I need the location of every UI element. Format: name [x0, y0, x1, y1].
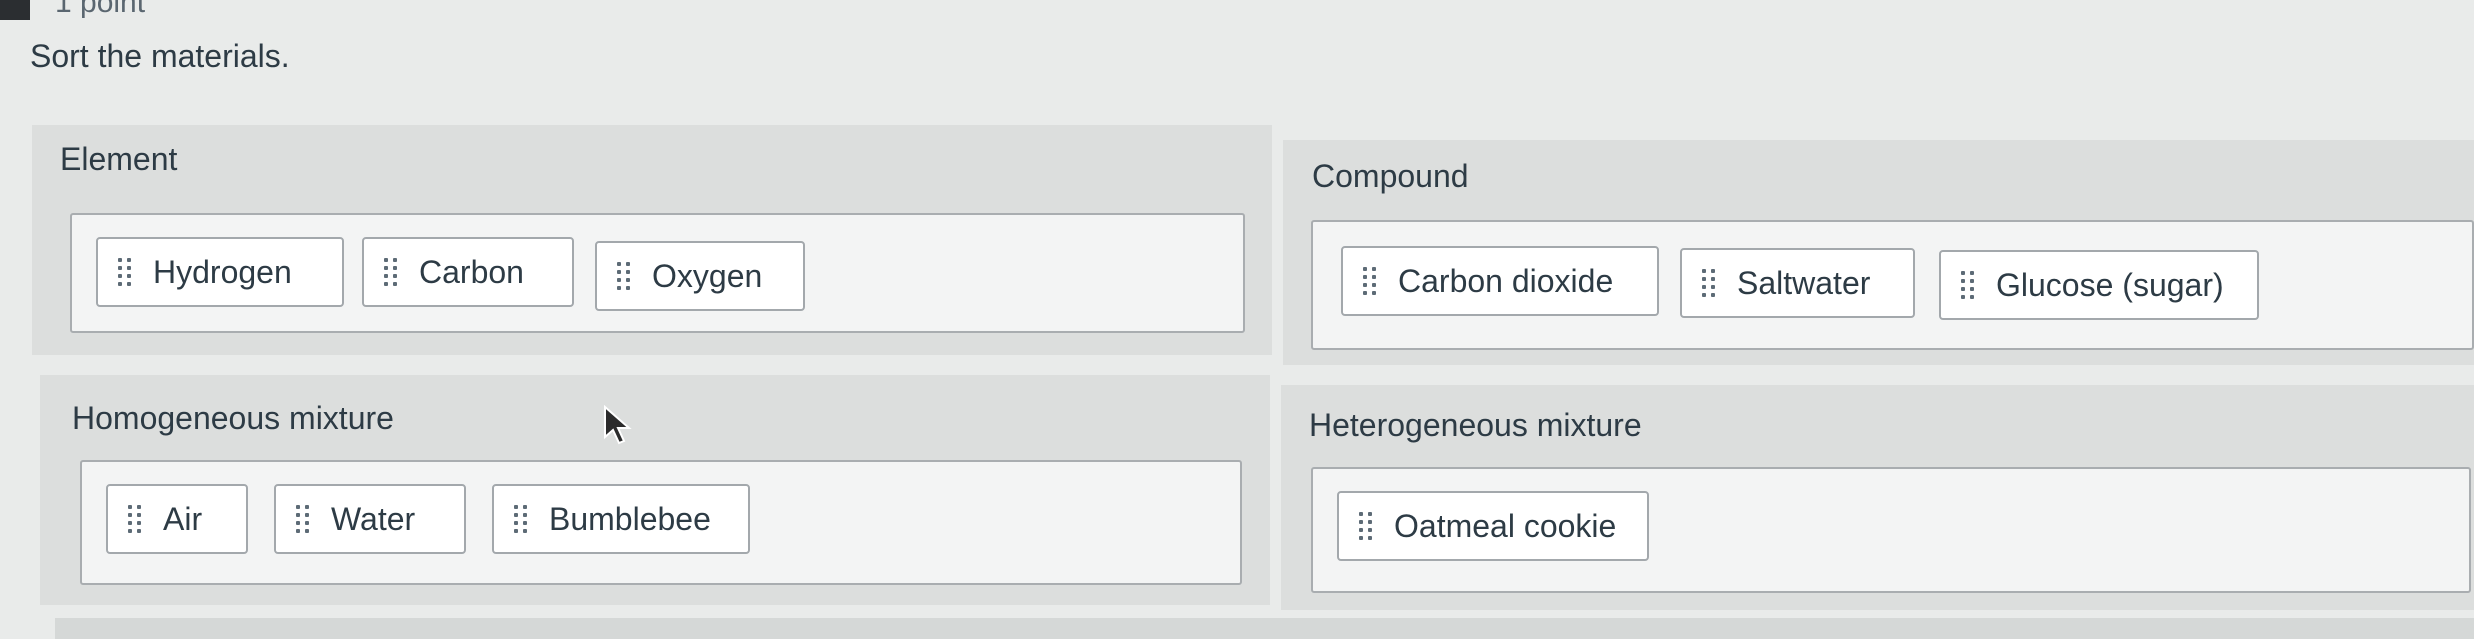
- zone-title-element: Element: [60, 141, 178, 177]
- drag-grip-icon: [617, 262, 630, 290]
- drag-grip-icon: [296, 505, 309, 533]
- drag-grip-icon: [1961, 271, 1974, 299]
- drag-item-bumblebee[interactable]: Bumblebee: [492, 484, 750, 554]
- zone-compound: Compound Carbon dioxide Saltwater Glucos…: [1283, 140, 2474, 365]
- points-tab: [0, 0, 30, 20]
- drop-area-element[interactable]: Hydrogen Carbon Oxygen: [70, 213, 1245, 333]
- drag-item-hydrogen[interactable]: Hydrogen: [96, 237, 344, 307]
- next-section-edge: [55, 618, 2474, 639]
- drag-item-label: Water: [331, 500, 416, 537]
- question-prompt: Sort the materials.: [30, 38, 290, 74]
- drag-grip-icon: [1363, 267, 1376, 295]
- drag-item-glucose[interactable]: Glucose (sugar): [1939, 250, 2259, 320]
- zone-title-compound: Compound: [1312, 158, 1469, 194]
- drag-grip-icon: [118, 258, 131, 286]
- mouse-pointer-icon: [604, 405, 632, 445]
- drag-grip-icon: [384, 258, 397, 286]
- drag-item-label: Glucose (sugar): [1996, 266, 2224, 303]
- zone-heterogeneous-mixture: Heterogeneous mixture Oatmeal cookie: [1281, 385, 2474, 610]
- drag-item-air[interactable]: Air: [106, 484, 248, 554]
- drag-item-label: Oxygen: [652, 257, 763, 294]
- drag-item-carbon[interactable]: Carbon: [362, 237, 574, 307]
- drag-item-label: Air: [163, 500, 203, 537]
- drag-item-label: Saltwater: [1737, 264, 1871, 301]
- drag-grip-icon: [128, 505, 141, 533]
- drag-item-label: Carbon dioxide: [1398, 262, 1614, 299]
- drag-item-label: Carbon: [419, 253, 524, 290]
- drag-item-label: Bumblebee: [549, 500, 711, 537]
- drop-area-heterogeneous[interactable]: Oatmeal cookie: [1311, 467, 2471, 593]
- drag-item-saltwater[interactable]: Saltwater: [1680, 248, 1915, 318]
- drop-area-homogeneous[interactable]: Air Water Bumblebee: [80, 460, 1242, 585]
- drop-area-compound[interactable]: Carbon dioxide Saltwater Glucose (sugar): [1311, 220, 2474, 350]
- zone-element: Element Hydrogen Carbon Oxygen: [32, 125, 1272, 355]
- drag-item-label: Hydrogen: [153, 253, 292, 290]
- drag-item-water[interactable]: Water: [274, 484, 466, 554]
- drag-item-label: Oatmeal cookie: [1394, 507, 1617, 544]
- zone-homogeneous-mixture: Homogeneous mixture Air Water Bumblebee: [40, 375, 1270, 605]
- zone-title-heterogeneous: Heterogeneous mixture: [1309, 407, 1642, 443]
- drag-grip-icon: [1702, 269, 1715, 297]
- points-label: 1 point: [55, 0, 146, 19]
- drag-grip-icon: [514, 505, 527, 533]
- drag-item-oatmeal-cookie[interactable]: Oatmeal cookie: [1337, 491, 1649, 561]
- drag-item-oxygen[interactable]: Oxygen: [595, 241, 805, 311]
- zone-title-homogeneous: Homogeneous mixture: [72, 400, 394, 436]
- drag-grip-icon: [1359, 512, 1372, 540]
- drag-item-carbon-dioxide[interactable]: Carbon dioxide: [1341, 246, 1659, 316]
